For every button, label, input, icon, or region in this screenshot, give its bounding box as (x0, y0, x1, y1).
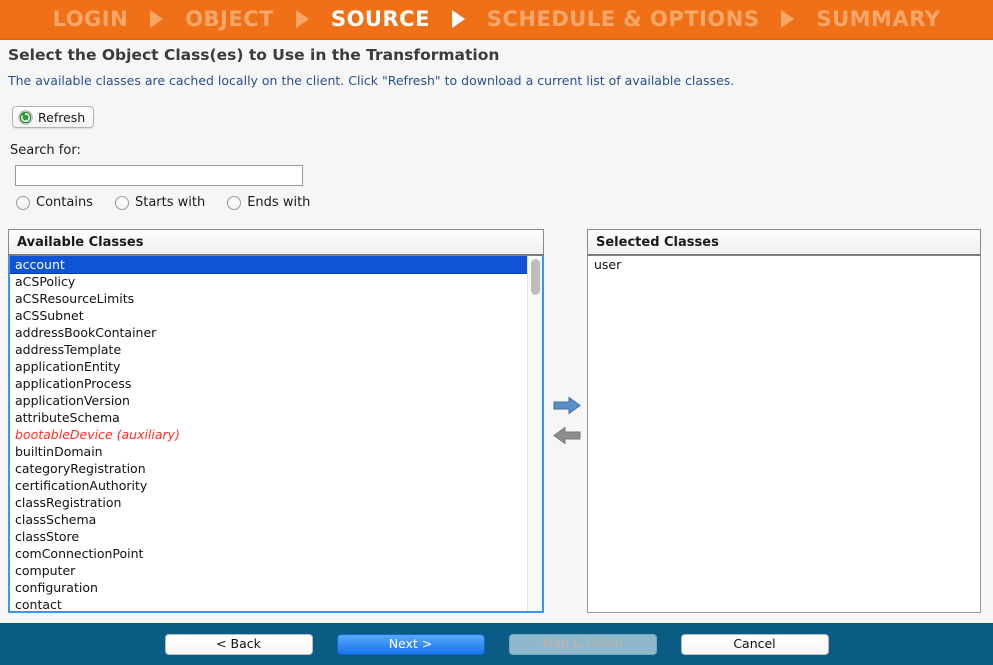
available-class-item[interactable]: contact (10, 596, 542, 611)
available-class-item[interactable]: comConnectionPoint (10, 545, 542, 562)
wizard-step-schedule-options[interactable]: SCHEDULE & OPTIONS (477, 0, 770, 38)
available-classes-header: Available Classes (8, 229, 544, 255)
available-class-item[interactable]: builtinDomain (10, 443, 542, 460)
page-subtitle: The available classes are cached locally… (8, 73, 735, 88)
available-class-item[interactable]: addressTemplate (10, 341, 542, 358)
available-class-item[interactable]: configuration (10, 579, 542, 596)
selected-classes-items: user (588, 256, 980, 612)
available-class-item[interactable]: aCSResourceLimits (10, 290, 542, 307)
available-classes-items: account aCSPolicy aCSResourceLimits aCSSubn… (10, 256, 542, 611)
selected-classes-listbox[interactable]: user (587, 255, 981, 613)
transfer-controls (552, 396, 582, 445)
step-separator-arrow-icon (451, 10, 465, 28)
wizard-step-object[interactable]: OBJECT (175, 0, 284, 38)
available-class-item[interactable]: categoryRegistration (10, 460, 542, 477)
wizard-step-header: LOGIN OBJECT SOURCE SCHEDULE & OPTIONS S… (0, 0, 993, 40)
available-class-item[interactable]: addressBookContainer (10, 324, 542, 341)
available-class-item[interactable]: classSchema (10, 511, 542, 528)
available-class-item[interactable]: aCSPolicy (10, 273, 542, 290)
wizard-window: LOGIN OBJECT SOURCE SCHEDULE & OPTIONS S… (0, 0, 993, 665)
add-class-button[interactable] (552, 396, 582, 415)
available-class-item[interactable]: bootableDevice (auxiliary) (10, 426, 542, 443)
radio-starts-with[interactable]: Starts with (114, 195, 206, 210)
selected-classes-pane: Selected Classes user (587, 229, 981, 613)
search-mode-radio-group: Contains Starts with Ends with (16, 195, 332, 210)
radio-contains[interactable]: Contains (16, 195, 93, 210)
scrollbar-thumb[interactable] (531, 259, 540, 295)
refresh-button-label: Refresh (38, 109, 86, 125)
available-classes-pane: Available Classes account aCSPolicy aCSRes… (8, 229, 544, 613)
radio-circle-icon (114, 195, 129, 210)
available-class-item[interactable]: classStore (10, 528, 542, 545)
available-class-item[interactable]: attributeSchema (10, 409, 542, 426)
radio-contains-label: Contains (36, 195, 93, 210)
available-class-item[interactable]: applicationProcess (10, 375, 542, 392)
step-separator-arrow-icon (295, 10, 309, 28)
available-classes-scrollbar[interactable] (527, 256, 542, 611)
search-label: Search for: (10, 143, 81, 158)
available-class-item[interactable]: computer (10, 562, 542, 579)
available-class-item[interactable]: classRegistration (10, 494, 542, 511)
available-class-item[interactable]: applicationVersion (10, 392, 542, 409)
wizard-step-summary[interactable]: SUMMARY (806, 0, 950, 38)
available-class-item[interactable]: applicationEntity (10, 358, 542, 375)
radio-starts-with-label: Starts with (134, 195, 206, 210)
next-button[interactable]: Next > (336, 633, 485, 655)
available-class-item[interactable]: aCSSubnet (10, 307, 542, 324)
cancel-button[interactable]: Cancel (680, 633, 829, 655)
back-button[interactable]: < Back (164, 633, 313, 655)
available-class-item[interactable]: account (10, 256, 542, 274)
step-separator-arrow-icon (150, 10, 164, 28)
refresh-circle-icon (18, 109, 33, 125)
remove-class-button[interactable] (552, 426, 582, 445)
search-input[interactable] (15, 165, 303, 186)
radio-ends-with[interactable]: Ends with (227, 195, 310, 210)
selected-classes-header: Selected Classes (587, 229, 981, 255)
refresh-button[interactable]: Refresh (12, 106, 95, 128)
available-classes-listbox[interactable]: account aCSPolicy aCSResourceLimits aCSSubn… (8, 255, 544, 613)
map-and-finish-button: Map & Finish (508, 633, 657, 655)
available-class-item[interactable]: certificationAuthority (10, 477, 542, 494)
wizard-step-login[interactable]: LOGIN (43, 0, 139, 38)
selected-class-item[interactable]: user (588, 256, 980, 273)
radio-ends-with-label: Ends with (247, 195, 311, 210)
wizard-step-source[interactable]: SOURCE (321, 0, 440, 38)
radio-circle-icon (16, 195, 30, 210)
wizard-footer: < Back Next > Map & Finish Cancel (0, 623, 993, 665)
radio-circle-icon (227, 195, 242, 210)
step-separator-arrow-icon (781, 10, 795, 28)
page-title: Select the Object Class(es) to Use in th… (8, 46, 500, 64)
